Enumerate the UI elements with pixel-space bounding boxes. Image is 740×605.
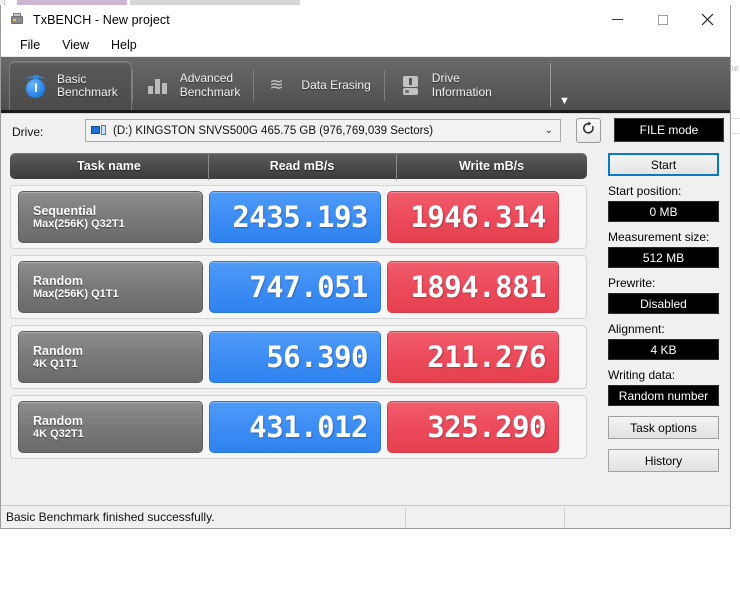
results-panel: Task name Read mB/s Write mB/s Sequentia… (10, 153, 587, 605)
refresh-button[interactable] (576, 118, 601, 143)
task-name-primary: Sequential (33, 204, 202, 218)
task-name-primary: Random (33, 344, 202, 358)
tab-advanced-benchmark[interactable]: Advanced Benchmark (133, 61, 254, 110)
application-window: TxBENCH - New project File View Help (0, 5, 731, 529)
maximize-button[interactable] (640, 5, 685, 34)
drive-volume-icon (91, 124, 107, 137)
background-line-2 (730, 133, 740, 134)
write-value: 211.276 (387, 331, 559, 383)
tab-data-erasing[interactable]: ≋ Data Erasing (254, 61, 383, 110)
status-divider-1 (405, 508, 406, 527)
label-start-position: Start position: (608, 184, 730, 198)
task-name-box[interactable]: Random Max(256K) Q1T1 (18, 261, 203, 313)
background-line-1 (730, 118, 740, 119)
task-name-secondary: Max(256K) Q1T1 (33, 288, 202, 301)
bar-chart-icon (146, 72, 172, 100)
close-icon (701, 13, 714, 26)
column-header-read: Read mB/s (208, 159, 396, 173)
window-controls (595, 5, 730, 34)
table-row: Random 4K Q32T1 431.012 325.290 (10, 395, 587, 459)
menu-item-view[interactable]: View (51, 36, 100, 54)
table-row: Random Max(256K) Q1T1 747.051 1894.881 (10, 255, 587, 319)
column-header-write: Write mB/s (396, 159, 587, 173)
title-bar: TxBENCH - New project (1, 5, 730, 34)
menu-bar: File View Help (1, 34, 730, 57)
ribbon-overflow-button[interactable]: ▼ (559, 57, 570, 113)
value-measurement-size[interactable]: 512 MB (608, 247, 719, 268)
table-row: Sequential Max(256K) Q32T1 2435.193 1946… (10, 185, 587, 249)
refresh-icon (581, 121, 596, 141)
value-writing-data[interactable]: Random number (608, 385, 719, 406)
close-button[interactable] (685, 5, 730, 34)
write-value: 1946.314 (387, 191, 559, 243)
drive-selected-value: (D:) KINGSTON SNVS500G 465.75 GB (976,76… (113, 125, 433, 137)
label-alignment: Alignment: (608, 322, 730, 336)
task-options-button[interactable]: Task options (608, 416, 719, 439)
tab-drive-information[interactable]: Drive Information (385, 61, 505, 110)
label-prewrite: Prewrite: (608, 276, 730, 290)
task-name-box[interactable]: Sequential Max(256K) Q32T1 (18, 191, 203, 243)
label-writing-data: Writing data: (608, 368, 730, 382)
app-icon (10, 12, 26, 28)
chevron-down-icon: ▼ (559, 95, 570, 107)
tab-label-basic-benchmark: Basic Benchmark (57, 73, 118, 100)
column-header-task-name: Task name (10, 159, 208, 173)
tab-label-data-erasing: Data Erasing (301, 79, 370, 93)
write-value: 1894.881 (387, 261, 559, 313)
task-name-primary: Random (33, 414, 202, 428)
zigzag-icon: ≋ (267, 72, 293, 100)
drive-icon (398, 72, 424, 100)
status-divider-2 (564, 508, 565, 527)
maximize-icon (658, 15, 668, 25)
read-value: 2435.193 (209, 191, 381, 243)
read-value: 431.012 (209, 401, 381, 453)
value-start-position[interactable]: 0 MB (608, 201, 719, 222)
window-title: TxBENCH - New project (33, 13, 170, 27)
ribbon-tabstrip: Basic Benchmark Advanced Benchmark ≋ Dat… (1, 57, 730, 113)
start-button[interactable]: Start (608, 153, 719, 176)
history-button[interactable]: History (608, 449, 719, 472)
drive-select[interactable]: (D:) KINGSTON SNVS500G 465.75 GB (976,76… (85, 119, 561, 142)
task-name-box[interactable]: Random 4K Q1T1 (18, 331, 203, 383)
read-value: 56.390 (209, 331, 381, 383)
tab-label-drive-information: Drive Information (432, 72, 492, 99)
task-name-secondary: 4K Q32T1 (33, 428, 202, 441)
options-sidebar: Start Start position: 0 MB Measurement s… (597, 153, 730, 605)
drive-selection-row: Drive: (D:) KINGSTON SNVS500G 465.75 GB … (1, 114, 730, 150)
task-name-box[interactable]: Random 4K Q32T1 (18, 401, 203, 453)
task-name-secondary: Max(256K) Q32T1 (33, 218, 202, 231)
results-rows: Sequential Max(256K) Q32T1 2435.193 1946… (10, 185, 587, 459)
task-name-primary: Random (33, 274, 202, 288)
main-content: Drive: (D:) KINGSTON SNVS500G 465.75 GB … (1, 113, 730, 505)
status-message: Basic Benchmark finished successfully. (6, 510, 215, 524)
drive-label: Drive: (12, 125, 43, 139)
menu-item-file[interactable]: File (9, 36, 51, 54)
value-prewrite[interactable]: Disabled (608, 293, 719, 314)
status-bar: Basic Benchmark finished successfully. (1, 505, 730, 528)
minimize-button[interactable] (595, 5, 640, 34)
table-row: Random 4K Q1T1 56.390 211.276 (10, 325, 587, 389)
label-measurement-size: Measurement size: (608, 230, 730, 244)
tab-divider-4 (550, 63, 551, 107)
tab-basic-benchmark[interactable]: Basic Benchmark (9, 61, 132, 110)
stopwatch-icon (23, 72, 49, 100)
menu-item-help[interactable]: Help (100, 36, 148, 54)
minimize-icon (612, 19, 623, 20)
results-column-header: Task name Read mB/s Write mB/s (10, 153, 587, 179)
value-alignment[interactable]: 4 KB (608, 339, 719, 360)
read-value: 747.051 (209, 261, 381, 313)
write-value: 325.290 (387, 401, 559, 453)
chevron-down-icon: ⌄ (545, 125, 553, 136)
tab-label-advanced-benchmark: Advanced Benchmark (180, 72, 241, 99)
task-name-secondary: 4K Q1T1 (33, 358, 202, 371)
file-mode-button[interactable]: FILE mode (614, 118, 724, 142)
